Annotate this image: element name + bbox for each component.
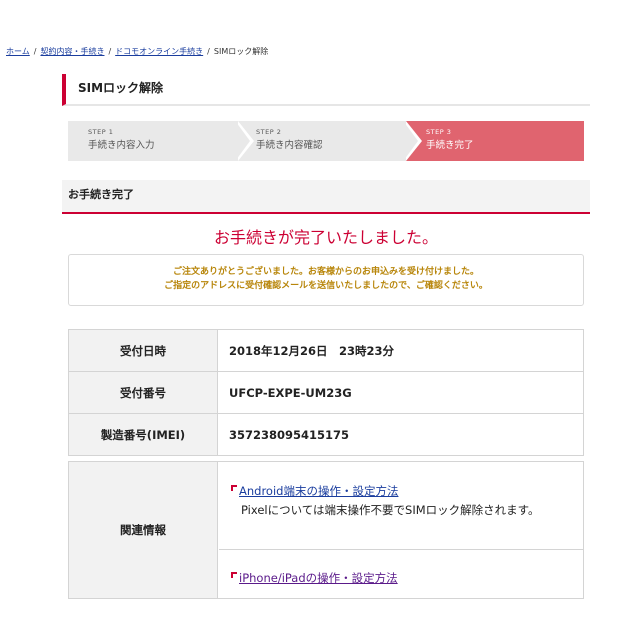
link-window-icon (231, 572, 237, 578)
android-settings-link[interactable]: Android端末の操作・設定方法 (239, 484, 398, 498)
step-1: STEP 1 手続き内容入力 (68, 121, 238, 161)
imei-label: 製造番号(IMEI) (68, 413, 218, 456)
breadcrumb-contract-link[interactable]: 契約内容・手続き (40, 47, 104, 56)
related-info-table: 関連情報 Android端末の操作・設定方法 Pixelについては端末操作不要で… (68, 461, 584, 599)
pixel-note: Pixelについては端末操作不要でSIMロック解除されます。 (241, 503, 540, 517)
related-item-iphone: iPhone/iPadの操作・設定方法 (219, 551, 583, 598)
breadcrumb-separator: / (33, 47, 37, 56)
notice-line-2: ご指定のアドレスに受付確認メールを送信いたしましたので、ご確認ください。 (164, 281, 488, 291)
step-3-label: 手続き完了 (426, 140, 474, 151)
receipt-number-label: 受付番号 (68, 371, 218, 414)
breadcrumb-current: SIMロック解除 (213, 47, 269, 56)
page-title: SIMロック解除 (62, 74, 590, 106)
link-window-icon (231, 485, 237, 491)
step-3: STEP 3 手続き完了 (406, 121, 584, 161)
breadcrumb-separator: / (108, 47, 112, 56)
step-1-label: 手続き内容入力 (88, 140, 155, 151)
receipt-number-value: UFCP-EXPE-UM23G (217, 371, 584, 414)
receipt-datetime-value: 2018年12月26日 23時23分 (217, 329, 584, 372)
table-row: 受付番号 UFCP-EXPE-UM23G (68, 371, 584, 414)
completion-message: お手続きが完了いたしました。 (213, 228, 438, 247)
receipt-table: 受付日時 2018年12月26日 23時23分 受付番号 UFCP-EXPE-U… (68, 329, 584, 456)
table-row: 製造番号(IMEI) 357238095415175 (68, 413, 584, 456)
iphone-settings-link[interactable]: iPhone/iPadの操作・設定方法 (239, 571, 398, 585)
related-info-label: 関連情報 (69, 462, 218, 598)
step-progress: STEP 1 手続き内容入力 STEP 2 手続き内容確認 STEP 3 手続き… (68, 121, 584, 161)
breadcrumb-home-link[interactable]: ホーム (6, 47, 30, 56)
step-2-number: STEP 2 (256, 128, 282, 136)
step-2: STEP 2 手続き内容確認 (236, 121, 406, 161)
step-1-number: STEP 1 (88, 128, 114, 136)
step-2-label: 手続き内容確認 (256, 140, 323, 151)
receipt-datetime-label: 受付日時 (68, 329, 218, 372)
notice-box: ご注文ありがとうございました。お客様からのお申込みを受け付けました。 ご指定のア… (68, 254, 584, 306)
imei-value: 357238095415175 (217, 413, 584, 456)
related-item-android: Android端末の操作・設定方法 Pixelについては端末操作不要でSIMロッ… (219, 462, 583, 550)
breadcrumb-separator: / (207, 47, 210, 56)
table-row: 受付日時 2018年12月26日 23時23分 (68, 329, 584, 372)
section-title: お手続き完了 (62, 180, 590, 214)
step-3-number: STEP 3 (426, 128, 452, 136)
notice-line-1: ご注文ありがとうございました。お客様からのお申込みを受け付けました。 (172, 267, 479, 277)
step-arrow-icon (236, 122, 250, 160)
step-arrow-icon (404, 122, 418, 160)
breadcrumb-online-procedure-link[interactable]: ドコモオンライン手続き (115, 47, 203, 56)
breadcrumb: ホーム / 契約内容・手続き / ドコモオンライン手続き / SIMロック解除 (6, 46, 268, 57)
